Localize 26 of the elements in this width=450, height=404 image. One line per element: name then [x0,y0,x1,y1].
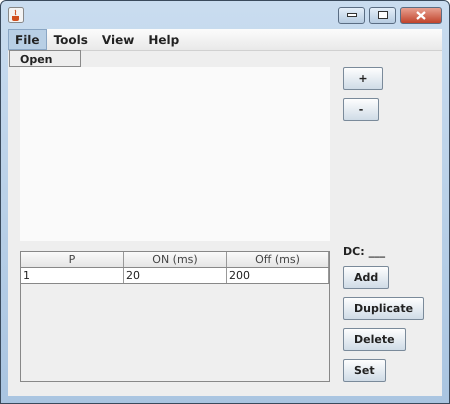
minimize-icon [346,13,356,17]
dc-value: ___ [368,245,386,258]
toolbar-button[interactable]: + [343,67,383,90]
action-button[interactable]: Duplicate [343,297,424,320]
close-button[interactable] [400,6,442,24]
table-cell: 1 [21,268,124,283]
menu-item[interactable]: Tools [46,29,95,50]
column-header[interactable]: P [21,252,124,267]
action-button[interactable]: Add [343,266,390,289]
maximize-button[interactable] [369,6,396,24]
menu-item[interactable]: Help [141,29,186,50]
dc-label: DC: [343,245,365,258]
maximize-icon [378,11,388,19]
toolbar-button[interactable]: - [343,98,379,121]
action-button[interactable]: Set [343,359,386,382]
table-cell: 200 [227,268,329,283]
menu-entry[interactable]: Open [20,53,70,66]
close-icon [416,10,426,20]
table-cell: 20 [124,268,227,283]
menu-item[interactable]: View [94,29,142,50]
minimize-button[interactable] [338,6,365,24]
column-header[interactable]: ON (ms) [124,252,227,267]
cup-icon [8,7,24,23]
action-button[interactable]: Delete [343,328,406,351]
menu-item[interactable]: File [8,29,47,50]
column-header[interactable]: Off (ms) [227,252,329,267]
